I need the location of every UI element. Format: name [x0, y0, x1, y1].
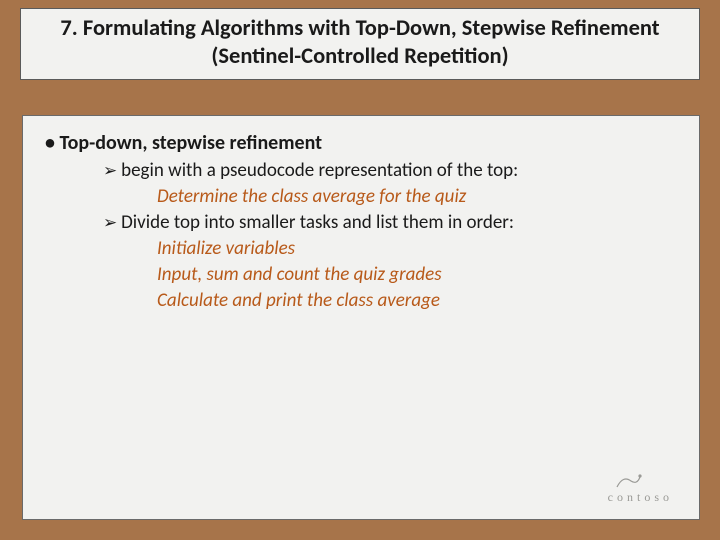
- example-2c: Calculate and print the class average: [157, 288, 683, 313]
- example-2a: Initialize variables: [157, 236, 683, 261]
- sub-bullet-2: Divide top into smaller tasks and list t…: [103, 210, 683, 235]
- example-2b: Input, sum and count the quiz grades: [157, 262, 683, 287]
- slide: 7. Formulating Algorithms with Top-Down,…: [0, 0, 720, 540]
- slide-title: 7. Formulating Algorithms with Top-Down,…: [33, 15, 687, 71]
- logo-swirl-icon: [613, 471, 643, 491]
- logo-text: contoso: [608, 490, 673, 505]
- sub-bullet-1: begin with a pseudocode representation o…: [103, 158, 683, 183]
- content-box: Top-down, stepwise refinement begin with…: [22, 115, 700, 520]
- bullet-heading: Top-down, stepwise refinement: [45, 130, 683, 156]
- title-box: 7. Formulating Algorithms with Top-Down,…: [20, 8, 700, 80]
- example-1: Determine the class average for the quiz: [157, 184, 683, 209]
